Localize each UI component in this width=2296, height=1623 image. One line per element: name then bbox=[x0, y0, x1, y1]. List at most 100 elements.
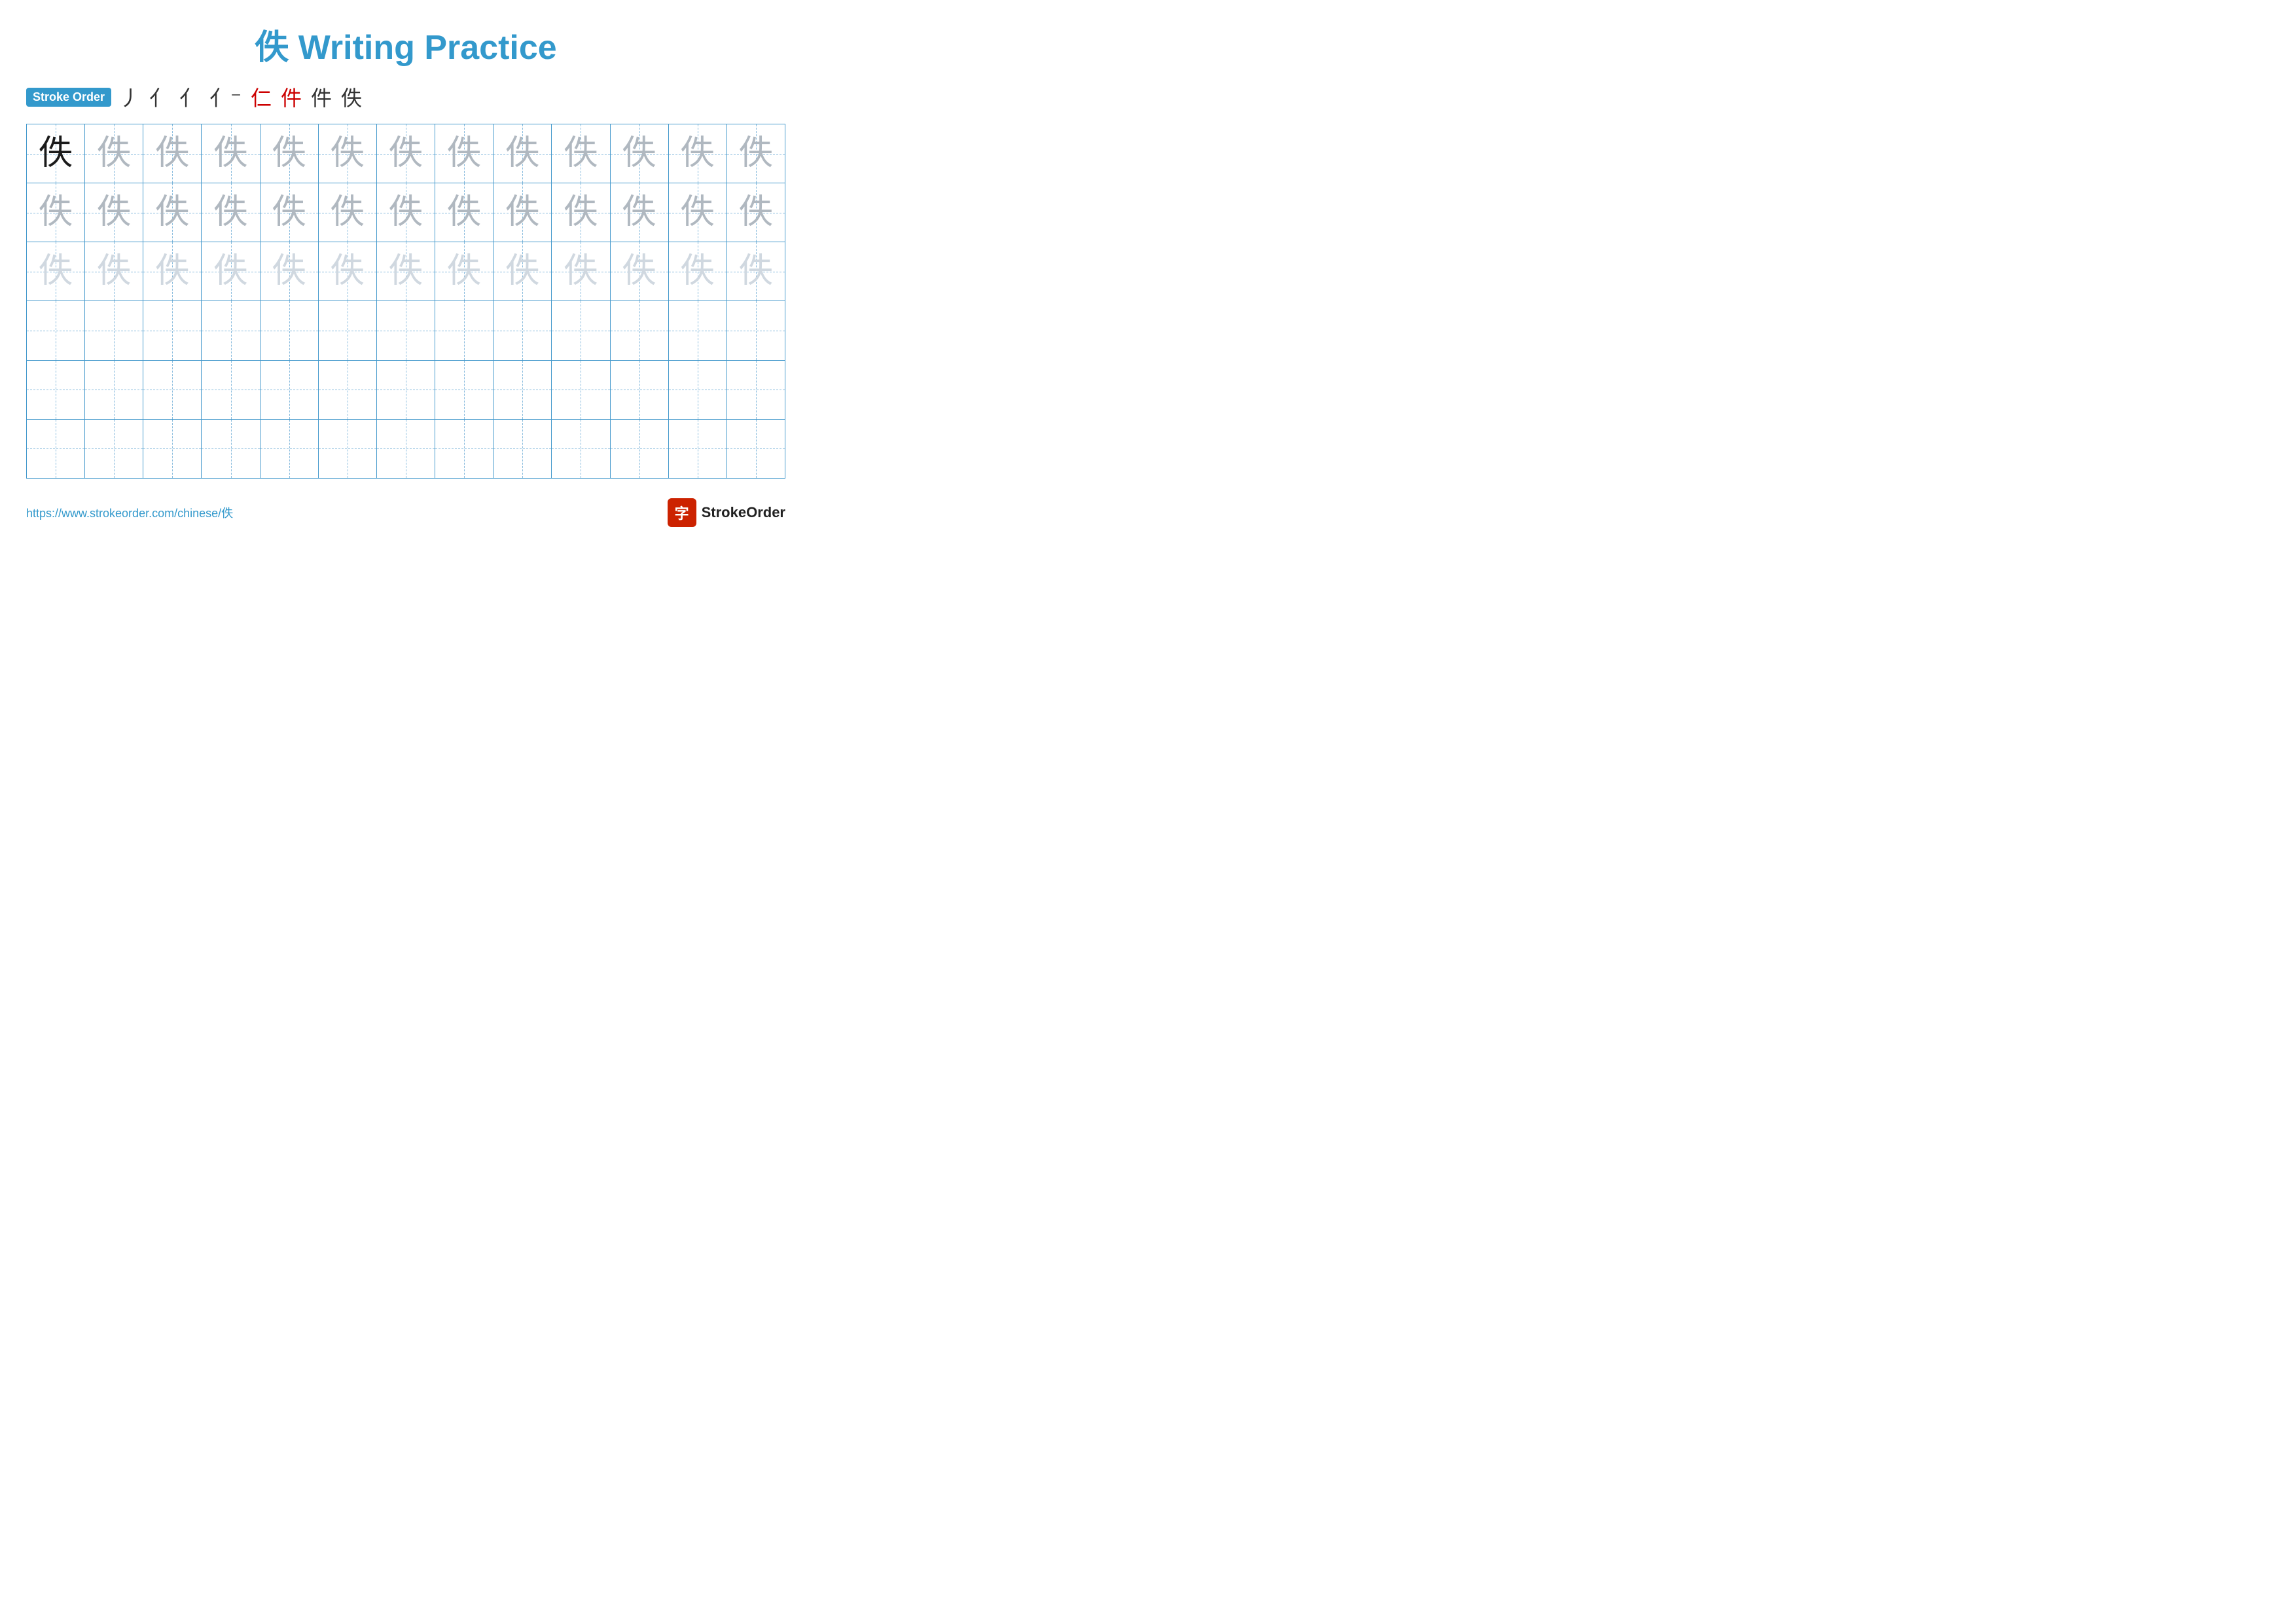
grid-cell-2-1: 佚 bbox=[27, 183, 85, 242]
grid-cell-3-9: 佚 bbox=[493, 242, 552, 301]
grid-cell-5-8[interactable] bbox=[435, 361, 493, 419]
grid-cell-4-9[interactable] bbox=[493, 301, 552, 359]
grid-cell-6-3[interactable] bbox=[143, 420, 202, 478]
stroke-3: 亻 bbox=[179, 82, 200, 112]
grid-cell-4-12[interactable] bbox=[669, 301, 727, 359]
grid-cell-1-3: 佚 bbox=[143, 124, 202, 183]
stroke-order-row: Stroke Order 丿 亻 亻 亻⁻ 仁 件 件 佚 bbox=[26, 82, 785, 112]
grid-cell-5-10[interactable] bbox=[552, 361, 610, 419]
grid-cell-2-10: 佚 bbox=[552, 183, 610, 242]
footer-logo-text: StrokeOrder bbox=[702, 504, 785, 521]
grid-row-4 bbox=[27, 301, 785, 360]
grid-cell-5-9[interactable] bbox=[493, 361, 552, 419]
grid-cell-4-6[interactable] bbox=[319, 301, 377, 359]
grid-cell-3-3: 佚 bbox=[143, 242, 202, 301]
grid-cell-1-2: 佚 bbox=[85, 124, 143, 183]
grid-cell-1-6: 佚 bbox=[319, 124, 377, 183]
grid-cell-1-7: 佚 bbox=[377, 124, 435, 183]
grid-row-2: 佚 佚 佚 佚 佚 佚 佚 佚 佚 佚 佚 佚 佚 bbox=[27, 183, 785, 242]
grid-cell-3-11: 佚 bbox=[611, 242, 669, 301]
grid-cell-1-11: 佚 bbox=[611, 124, 669, 183]
grid-cell-6-11[interactable] bbox=[611, 420, 669, 478]
grid-cell-3-13: 佚 bbox=[727, 242, 785, 301]
stroke-1: 丿 bbox=[119, 82, 140, 112]
grid-cell-1-4: 佚 bbox=[202, 124, 260, 183]
footer-logo: 字 StrokeOrder bbox=[668, 498, 785, 527]
grid-cell-2-11: 佚 bbox=[611, 183, 669, 242]
stroke-sequence: 丿 亻 亻 亻⁻ 仁 件 件 佚 bbox=[119, 82, 362, 112]
grid-cell-6-8[interactable] bbox=[435, 420, 493, 478]
grid-cell-6-10[interactable] bbox=[552, 420, 610, 478]
grid-cell-6-5[interactable] bbox=[260, 420, 319, 478]
grid-cell-3-1: 佚 bbox=[27, 242, 85, 301]
grid-cell-3-7: 佚 bbox=[377, 242, 435, 301]
grid-cell-2-9: 佚 bbox=[493, 183, 552, 242]
grid-cell-1-1: 佚 bbox=[27, 124, 85, 183]
grid-cell-5-3[interactable] bbox=[143, 361, 202, 419]
grid-cell-3-12: 佚 bbox=[669, 242, 727, 301]
footer-url[interactable]: https://www.strokeorder.com/chinese/佚 bbox=[26, 504, 233, 521]
grid-cell-6-1[interactable] bbox=[27, 420, 85, 478]
grid-row-6 bbox=[27, 420, 785, 478]
grid-cell-6-7[interactable] bbox=[377, 420, 435, 478]
grid-cell-3-5: 佚 bbox=[260, 242, 319, 301]
grid-cell-1-10: 佚 bbox=[552, 124, 610, 183]
grid-row-3: 佚 佚 佚 佚 佚 佚 佚 佚 佚 佚 佚 佚 佚 bbox=[27, 242, 785, 301]
grid-cell-5-2[interactable] bbox=[85, 361, 143, 419]
stroke-order-badge: Stroke Order bbox=[26, 88, 111, 107]
grid-cell-5-5[interactable] bbox=[260, 361, 319, 419]
grid-cell-4-7[interactable] bbox=[377, 301, 435, 359]
grid-row-5 bbox=[27, 361, 785, 420]
grid-cell-2-5: 佚 bbox=[260, 183, 319, 242]
grid-cell-6-13[interactable] bbox=[727, 420, 785, 478]
stroke-5: 仁 bbox=[251, 82, 272, 112]
grid-cell-1-12: 佚 bbox=[669, 124, 727, 183]
grid-cell-3-8: 佚 bbox=[435, 242, 493, 301]
grid-cell-4-1[interactable] bbox=[27, 301, 85, 359]
grid-cell-1-13: 佚 bbox=[727, 124, 785, 183]
grid-cell-5-13[interactable] bbox=[727, 361, 785, 419]
stroke-4: 亻⁻ bbox=[209, 82, 242, 112]
grid-cell-2-8: 佚 bbox=[435, 183, 493, 242]
grid-cell-3-2: 佚 bbox=[85, 242, 143, 301]
grid-cell-2-7: 佚 bbox=[377, 183, 435, 242]
grid-cell-5-7[interactable] bbox=[377, 361, 435, 419]
grid-cell-1-9: 佚 bbox=[493, 124, 552, 183]
grid-cell-5-4[interactable] bbox=[202, 361, 260, 419]
grid-cell-4-8[interactable] bbox=[435, 301, 493, 359]
grid-cell-6-2[interactable] bbox=[85, 420, 143, 478]
stroke-6: 件 bbox=[281, 82, 302, 112]
grid-cell-6-6[interactable] bbox=[319, 420, 377, 478]
grid-cell-4-10[interactable] bbox=[552, 301, 610, 359]
grid-cell-4-13[interactable] bbox=[727, 301, 785, 359]
grid-cell-1-8: 佚 bbox=[435, 124, 493, 183]
stroke-8: 佚 bbox=[341, 82, 362, 112]
grid-cell-2-6: 佚 bbox=[319, 183, 377, 242]
grid-cell-2-3: 佚 bbox=[143, 183, 202, 242]
grid-cell-5-11[interactable] bbox=[611, 361, 669, 419]
footer: https://www.strokeorder.com/chinese/佚 字 … bbox=[26, 498, 785, 527]
grid-cell-4-4[interactable] bbox=[202, 301, 260, 359]
grid-cell-3-6: 佚 bbox=[319, 242, 377, 301]
grid-cell-4-2[interactable] bbox=[85, 301, 143, 359]
grid-cell-6-12[interactable] bbox=[669, 420, 727, 478]
grid-cell-4-5[interactable] bbox=[260, 301, 319, 359]
grid-row-1: 佚 佚 佚 佚 佚 佚 佚 佚 佚 佚 佚 佚 佚 bbox=[27, 124, 785, 183]
stroke-7: 件 bbox=[311, 82, 332, 112]
grid-cell-3-10: 佚 bbox=[552, 242, 610, 301]
stroke-order-logo-icon: 字 bbox=[668, 498, 696, 527]
grid-cell-5-1[interactable] bbox=[27, 361, 85, 419]
page-title: 佚 Writing Practice bbox=[26, 20, 785, 69]
grid-cell-2-4: 佚 bbox=[202, 183, 260, 242]
grid-cell-1-5: 佚 bbox=[260, 124, 319, 183]
grid-cell-5-6[interactable] bbox=[319, 361, 377, 419]
grid-cell-4-11[interactable] bbox=[611, 301, 669, 359]
grid-cell-4-3[interactable] bbox=[143, 301, 202, 359]
grid-cell-6-9[interactable] bbox=[493, 420, 552, 478]
stroke-2: 亻 bbox=[149, 82, 170, 112]
practice-grid: 佚 佚 佚 佚 佚 佚 佚 佚 佚 佚 佚 佚 佚 佚 佚 佚 佚 佚 佚 佚 … bbox=[26, 124, 785, 479]
grid-cell-2-2: 佚 bbox=[85, 183, 143, 242]
grid-cell-5-12[interactable] bbox=[669, 361, 727, 419]
grid-cell-2-13: 佚 bbox=[727, 183, 785, 242]
grid-cell-6-4[interactable] bbox=[202, 420, 260, 478]
